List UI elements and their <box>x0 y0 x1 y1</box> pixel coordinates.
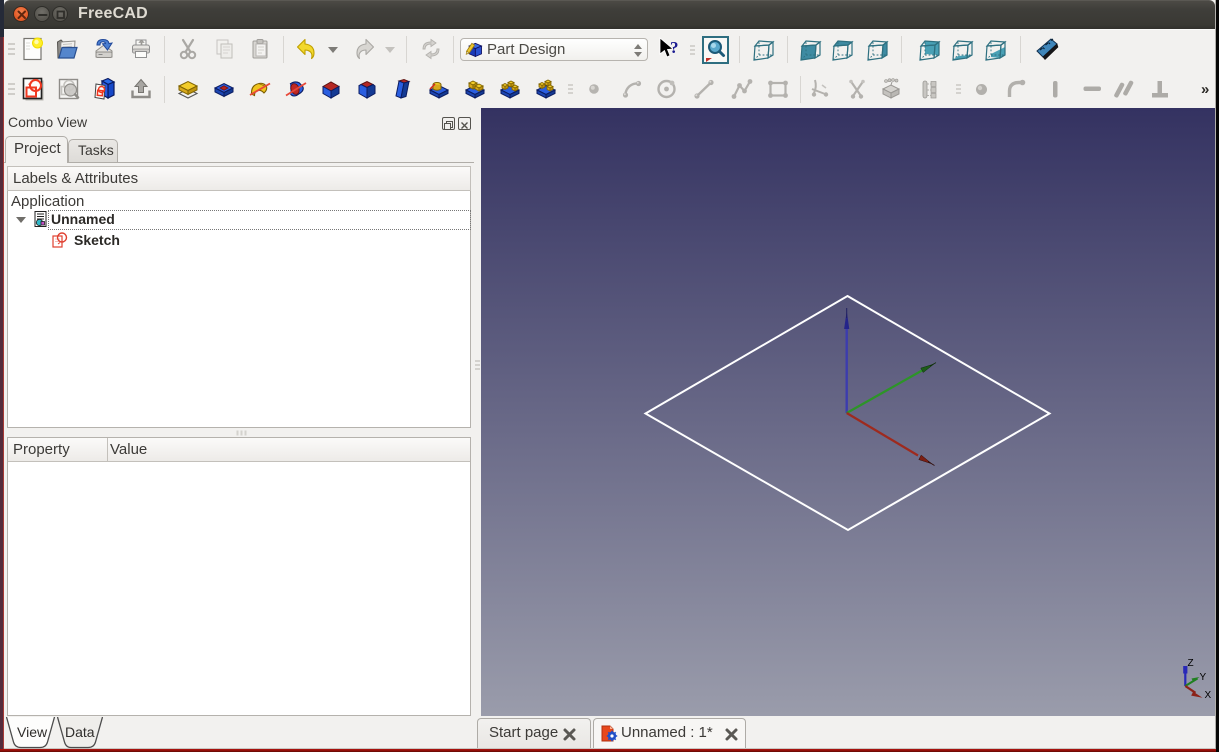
svg-text:?: ? <box>670 38 679 57</box>
svg-text:Y: Y <box>1200 672 1207 683</box>
svg-text:Z: Z <box>1188 658 1194 669</box>
svg-text:X: X <box>1205 690 1212 701</box>
